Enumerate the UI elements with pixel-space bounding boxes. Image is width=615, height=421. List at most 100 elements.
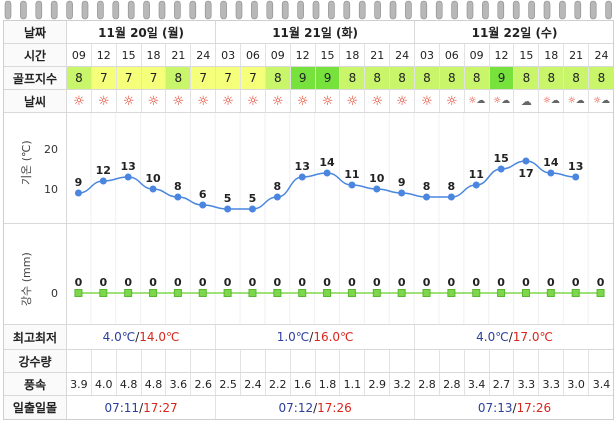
temperature-point	[497, 165, 505, 173]
hour-cell: 24	[191, 44, 217, 66]
weather-cell: ☼	[291, 90, 316, 112]
rain-amount-cell	[365, 350, 391, 372]
sun-icon: ☼	[371, 93, 384, 109]
rain-point	[546, 289, 555, 297]
binder-ring	[4, 0, 12, 20]
golf-index-cell: 7	[216, 67, 242, 89]
temperature-value-label: 13	[568, 160, 583, 173]
sun-cloud-icon: ☼☁	[542, 95, 560, 106]
time-row: 시간 09 12 15 18 21 24 03 06 09 12 15 18 21 24 03 06 09 12 1…	[4, 44, 613, 67]
binder-ring	[343, 0, 351, 20]
temperature-point	[99, 177, 107, 185]
temperature-point	[174, 193, 182, 201]
temperature-point	[149, 185, 157, 193]
sun-icon: ☼	[296, 93, 309, 109]
temperature-point	[572, 173, 580, 181]
temperature-point	[74, 189, 82, 197]
wind-cell: 2.2	[266, 373, 291, 395]
weather-cell: ☼☁	[490, 90, 515, 112]
wind-cell: 3.0	[564, 373, 590, 395]
golf-index-cell: 7	[116, 67, 142, 89]
day-header: 11월 22일 (수)	[471, 25, 558, 40]
golf-label: 골프지수	[4, 67, 67, 89]
binder-ring	[589, 0, 597, 20]
rain-point	[497, 289, 506, 297]
temperature-value-label: 15	[493, 152, 508, 165]
wind-cell: 3.6	[166, 373, 192, 395]
rain-point	[273, 289, 282, 297]
binder-ring	[605, 0, 612, 20]
temperature-point	[199, 201, 207, 209]
temperature-value-label: 14	[319, 156, 335, 169]
rain-point	[372, 289, 381, 297]
hour-cell: 03	[415, 44, 440, 66]
hour-cell: 09	[465, 44, 490, 66]
temperature-value-label: 10	[145, 172, 161, 185]
sun-cloud-icon: ☼☁	[468, 95, 486, 106]
rain-amount-cell	[216, 350, 242, 372]
binder-ring	[451, 0, 458, 20]
sun-cloud-icon: ☼☁	[493, 95, 511, 106]
rain-point	[99, 289, 108, 297]
sun-icon: ☼	[197, 93, 210, 109]
rain-chart-panel: 강수 (mm) 00000000000000000000000	[4, 224, 613, 325]
binder-ring	[574, 0, 582, 20]
max-temp: 17.0℃	[512, 330, 553, 344]
binder-ring	[220, 0, 227, 20]
binder-ring	[543, 0, 551, 20]
hour-cell: 15	[514, 44, 540, 66]
rain-value-label: 0	[398, 276, 406, 289]
sunset-time: 17:26	[516, 400, 552, 415]
temperature-value-label: 12	[96, 164, 111, 177]
sun-icon: ☼	[346, 93, 359, 109]
rain-point	[397, 289, 406, 297]
hour-cell: 12	[490, 44, 515, 66]
wind-cell: 1.1	[340, 373, 366, 395]
temperature-point	[348, 181, 356, 189]
rain-point	[472, 289, 481, 297]
golf-index-cell: 9	[290, 67, 316, 89]
rain-value-label: 0	[149, 276, 157, 289]
sun-icon: ☼	[122, 93, 135, 109]
sun-label: 일출일몰	[4, 396, 67, 419]
minmax-row: 최고최저 4.0℃/14.0℃ 1.0℃/16.0℃ 4.0℃/17.0℃	[4, 325, 613, 350]
rain-value-label: 0	[323, 276, 331, 289]
sun-icon: ☼	[321, 93, 334, 109]
binder-ring	[81, 0, 89, 20]
wind-cell: 4.0	[92, 373, 117, 395]
hour-cell: 15	[316, 44, 341, 66]
date-row: 날짜 11월 20일 (월) 11월 21일 (화) 11월 22일 (수)	[4, 21, 613, 44]
hour-cell: 21	[365, 44, 391, 66]
sunrise-sunset-row: 일출일몰 07:11/17:27 07:12/17:26 07:13/17:26	[4, 396, 613, 419]
rain-amount-cell	[166, 350, 192, 372]
binder-ring	[204, 0, 212, 20]
rain-amount-cell	[291, 350, 316, 372]
min-temp: 4.0℃	[476, 330, 509, 344]
golf-index-cell: 7	[241, 67, 266, 89]
rain-value-label: 0	[75, 276, 83, 289]
sunrise-sunset-cell: 07:11/17:27	[67, 396, 217, 419]
rain-value-label: 0	[199, 276, 207, 289]
temperature-value-label: 10	[369, 172, 385, 185]
rain-amount-cell	[117, 350, 142, 372]
sun-icon: ☼	[73, 93, 85, 109]
golf-index-cell: 7	[141, 67, 167, 89]
sunset-time: 17:27	[143, 400, 178, 415]
golf-index-cell: 8	[365, 67, 391, 89]
temperature-point	[323, 169, 331, 177]
rain-point	[571, 289, 580, 297]
binder-ring	[435, 0, 443, 20]
weather-cell: ☼☁	[465, 90, 490, 112]
golf-index-cell: 7	[91, 67, 117, 89]
day-header: 11월 21일 (화)	[216, 21, 416, 43]
min-temp: 4.0℃	[102, 330, 136, 344]
temperature-value-label: 6	[199, 188, 207, 201]
temperature-point	[298, 173, 306, 181]
temperature-value-label: 17	[518, 167, 533, 180]
golf-index-cell: 8	[340, 67, 366, 89]
sun-icon: ☼	[271, 93, 284, 109]
weather-cell: ☼	[92, 90, 117, 112]
binder-ring	[251, 0, 258, 20]
binder-ring	[266, 0, 274, 20]
weather-cell: ☁	[514, 90, 540, 112]
